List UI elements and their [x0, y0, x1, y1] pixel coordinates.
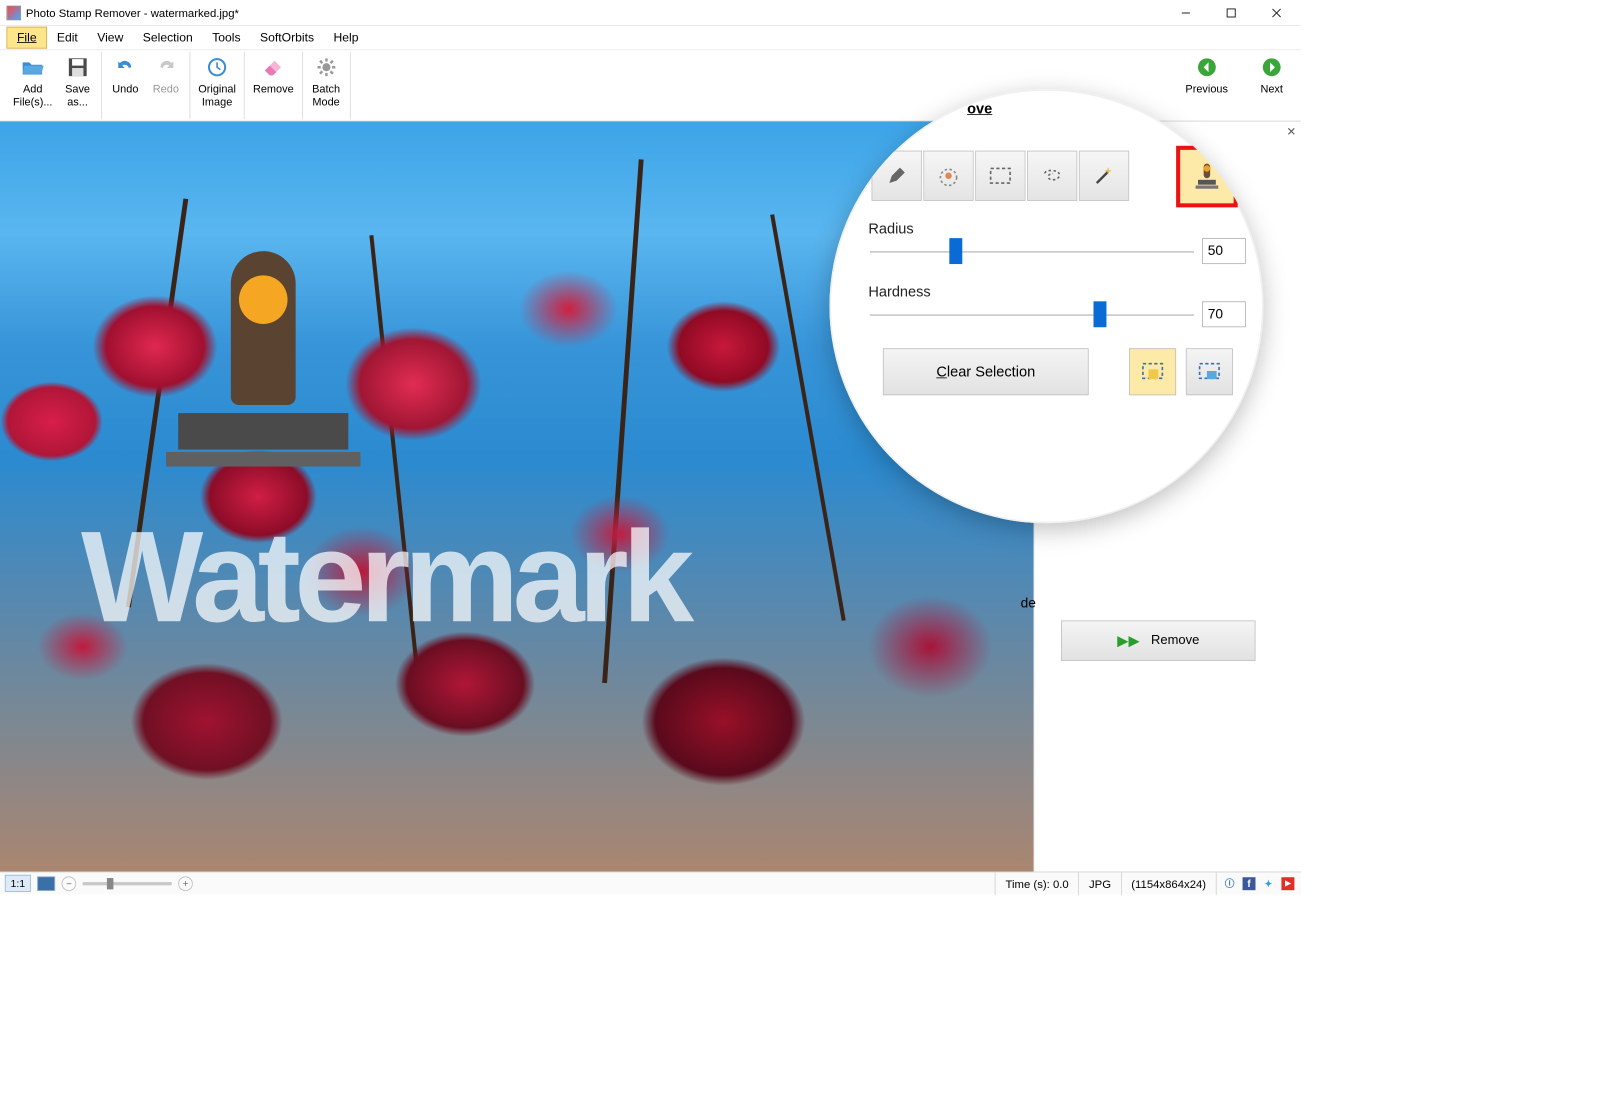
menu-softorbits[interactable]: SoftOrbits — [250, 28, 323, 48]
pencil-icon — [885, 164, 908, 187]
zoom-ratio-button[interactable]: 1:1 — [5, 875, 31, 892]
watermark-text: Watermark — [81, 502, 688, 651]
youtube-icon[interactable]: ▶ — [1281, 877, 1294, 890]
menu-edit[interactable]: Edit — [47, 28, 87, 48]
clear-selection-button[interactable]: Clear Selection — [883, 348, 1089, 395]
twitter-icon[interactable]: ✦ — [1262, 877, 1275, 890]
color-select-tool-button[interactable] — [923, 151, 973, 201]
zoom-slider[interactable] — [83, 882, 172, 885]
maximize-button[interactable] — [1209, 0, 1254, 26]
play-icon: ▶▶ — [1117, 632, 1139, 649]
radius-label: Radius — [868, 220, 913, 237]
color-circle-icon — [936, 164, 960, 187]
load-selection-button[interactable] — [1186, 348, 1233, 395]
menu-view[interactable]: View — [88, 28, 134, 48]
zoom-in-button[interactable]: + — [178, 876, 193, 891]
panel-title-partial: ove — [967, 100, 992, 117]
save-selection-button[interactable] — [1129, 348, 1176, 395]
magic-wand-icon — [1094, 165, 1115, 186]
facebook-icon[interactable]: f — [1243, 877, 1256, 890]
gear-icon — [314, 55, 338, 79]
panel-close-button[interactable]: ✕ — [1286, 125, 1296, 139]
batch-mode-button[interactable]: Batch Mode — [306, 52, 347, 118]
radius-value[interactable]: 50 — [1202, 238, 1246, 264]
mode-label-partial: de — [1021, 595, 1036, 611]
save-as-button[interactable]: Save as... — [57, 52, 98, 118]
magnifier-overlay: ove Radius 50 Hardness 70 Clear Selectio… — [829, 89, 1263, 523]
menu-tools[interactable]: Tools — [203, 28, 251, 48]
save-icon — [65, 55, 89, 79]
minimize-button[interactable] — [1163, 0, 1208, 26]
hardness-slider-thumb[interactable] — [1094, 301, 1107, 327]
hardness-slider[interactable] — [870, 314, 1194, 316]
eraser-icon — [261, 55, 285, 79]
clone-stamp-tool-button[interactable] — [1176, 146, 1238, 208]
undo-button[interactable]: Undo — [105, 52, 146, 118]
zoom-out-button[interactable]: − — [62, 876, 77, 891]
status-format: JPG — [1078, 872, 1120, 895]
menu-help[interactable]: Help — [324, 28, 368, 48]
folder-open-icon — [21, 55, 45, 79]
status-bar: 1:1 − + Time (s): 0.0 JPG (1154x864x24) … — [0, 872, 1301, 895]
selection-tools-row — [872, 151, 1130, 201]
hardness-label: Hardness — [868, 284, 930, 301]
stamp-icon — [1193, 162, 1221, 191]
magic-wand-tool-button[interactable] — [1079, 151, 1129, 201]
menu-selection[interactable]: Selection — [133, 28, 202, 48]
remove-button[interactable]: Remove — [248, 52, 298, 118]
status-time: Time (s): 0.0 — [995, 872, 1078, 895]
fit-to-screen-button[interactable] — [37, 876, 55, 891]
title-bar: Photo Stamp Remover - watermarked.jpg* — [0, 0, 1301, 26]
window-title: Photo Stamp Remover - watermarked.jpg* — [26, 6, 1163, 19]
menu-file[interactable]: File — [6, 27, 47, 49]
rect-select-icon — [988, 166, 1012, 185]
history-icon — [205, 55, 229, 79]
undo-icon — [113, 55, 137, 79]
redo-icon — [154, 55, 178, 79]
hardness-value[interactable]: 70 — [1202, 301, 1246, 327]
add-files-button[interactable]: Add File(s)... — [8, 52, 57, 118]
rect-select-tool-button[interactable] — [975, 151, 1025, 201]
arrow-left-icon — [1195, 55, 1219, 79]
close-button[interactable] — [1254, 0, 1299, 26]
radius-slider-thumb[interactable] — [949, 238, 962, 264]
lasso-icon — [1040, 165, 1064, 186]
radius-slider[interactable] — [870, 251, 1194, 253]
redo-button[interactable]: Redo — [146, 52, 187, 118]
arrow-right-icon — [1260, 55, 1284, 79]
watermark-stamp-graphic — [162, 251, 365, 494]
pencil-tool-button[interactable] — [872, 151, 922, 201]
info-icon[interactable]: ⓘ — [1223, 877, 1236, 890]
menu-bar: File Edit View Selection Tools SoftOrbit… — [0, 26, 1301, 50]
save-selection-icon — [1140, 361, 1164, 382]
status-dimensions: (1154x864x24) — [1121, 872, 1216, 895]
app-icon — [6, 5, 21, 20]
lasso-tool-button[interactable] — [1027, 151, 1077, 201]
original-image-button[interactable]: Original Image — [193, 52, 240, 118]
load-selection-icon — [1197, 361, 1221, 382]
remove-action-button[interactable]: ▶▶ Remove — [1061, 620, 1255, 661]
